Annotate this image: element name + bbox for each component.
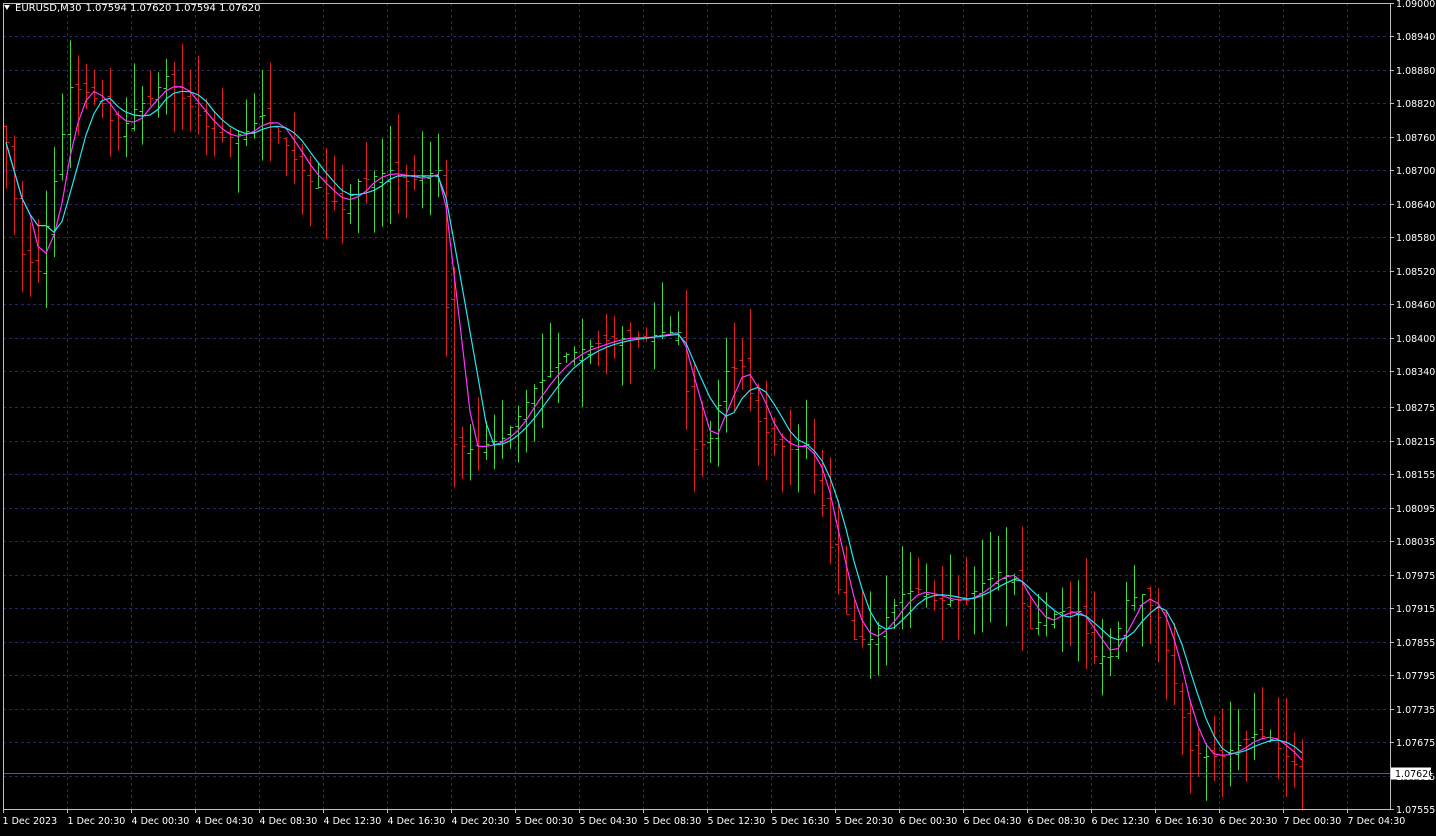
price-tick-label: 1.08820 xyxy=(1396,99,1435,110)
price-tick-label: 1.08880 xyxy=(1396,66,1435,77)
time-tick-label: 6 Dec 04:30 xyxy=(964,816,1022,827)
price-tick-label: 1.08275 xyxy=(1396,403,1435,414)
price-tick-label: 1.09000 xyxy=(1396,0,1435,10)
time-tick-label: 4 Dec 20:30 xyxy=(452,816,510,827)
time-tick-label: 6 Dec 00:30 xyxy=(900,816,958,827)
time-tick-label: 5 Dec 20:30 xyxy=(836,816,894,827)
price-chart[interactable]: 1.09000 1.08940 1.08880 1.08820 1.08760 1.087… xyxy=(0,0,1436,832)
time-tick-label: 6 Dec 12:30 xyxy=(1092,816,1150,827)
time-tick-label: 1 Dec 2023 xyxy=(3,816,58,827)
price-tick-label: 1.08095 xyxy=(1396,504,1435,515)
current-price-label: 1.07620 xyxy=(1395,769,1434,780)
time-tick-label: 6 Dec 08:30 xyxy=(1028,816,1086,827)
price-tick-label: 1.07735 xyxy=(1396,705,1435,716)
price-tick-label: 1.08035 xyxy=(1396,537,1435,548)
price-tick-label: 1.07975 xyxy=(1396,571,1435,582)
chart-header: EURUSD,M30 1.07594 1.07620 1.07594 1.0762… xyxy=(4,3,260,14)
price-tick-label: 1.08400 xyxy=(1396,334,1435,345)
price-tick-label: 1.08155 xyxy=(1396,470,1435,481)
price-tick-label: 1.08940 xyxy=(1396,32,1435,43)
time-tick-label: 5 Dec 12:30 xyxy=(708,816,766,827)
price-tick-label: 1.07795 xyxy=(1396,671,1435,682)
price-tick-label: 1.07915 xyxy=(1396,604,1435,615)
time-tick-label: 1 Dec 20:30 xyxy=(68,816,126,827)
price-tick-label: 1.08520 xyxy=(1396,267,1435,278)
price-tick-label: 1.07855 xyxy=(1396,638,1435,649)
time-tick-label: 5 Dec 08:30 xyxy=(644,816,702,827)
price-tick-label: 1.08340 xyxy=(1396,367,1435,378)
price-tick-label: 1.08460 xyxy=(1396,300,1435,311)
time-tick-label: 4 Dec 00:30 xyxy=(132,816,190,827)
price-tick-label: 1.08215 xyxy=(1396,437,1435,448)
price-tick-label: 1.07675 xyxy=(1396,738,1435,749)
price-tick-label: 1.08760 xyxy=(1396,133,1435,144)
triangle-down-icon[interactable] xyxy=(4,5,10,10)
time-tick-label: 4 Dec 04:30 xyxy=(196,816,254,827)
chart-canvas[interactable]: 1.09000 1.08940 1.08880 1.08820 1.08760 1.087… xyxy=(0,0,1436,832)
time-tick-label: 5 Dec 04:30 xyxy=(580,816,638,827)
price-tick-label: 1.08640 xyxy=(1396,200,1435,211)
time-tick-label: 7 Dec 00:30 xyxy=(1284,816,1342,827)
time-tick-label: 6 Dec 16:30 xyxy=(1156,816,1214,827)
time-tick-label: 4 Dec 12:30 xyxy=(324,816,382,827)
time-tick-label: 6 Dec 20:30 xyxy=(1220,816,1278,827)
price-tick-label: 1.08580 xyxy=(1396,233,1435,244)
ohlc-quote: 1.07594 1.07620 1.07594 1.07620 xyxy=(85,3,261,14)
price-tick-label: 1.08700 xyxy=(1396,166,1435,177)
time-tick-label: 5 Dec 00:30 xyxy=(516,816,574,827)
time-tick-label: 4 Dec 16:30 xyxy=(388,816,446,827)
symbol-label: EURUSD,M30 xyxy=(15,3,82,14)
price-tick-label: 1.07555 xyxy=(1396,805,1435,816)
time-tick-label: 4 Dec 08:30 xyxy=(260,816,318,827)
time-tick-label: 5 Dec 16:30 xyxy=(772,816,830,827)
time-tick-label: 7 Dec 04:30 xyxy=(1348,816,1406,827)
